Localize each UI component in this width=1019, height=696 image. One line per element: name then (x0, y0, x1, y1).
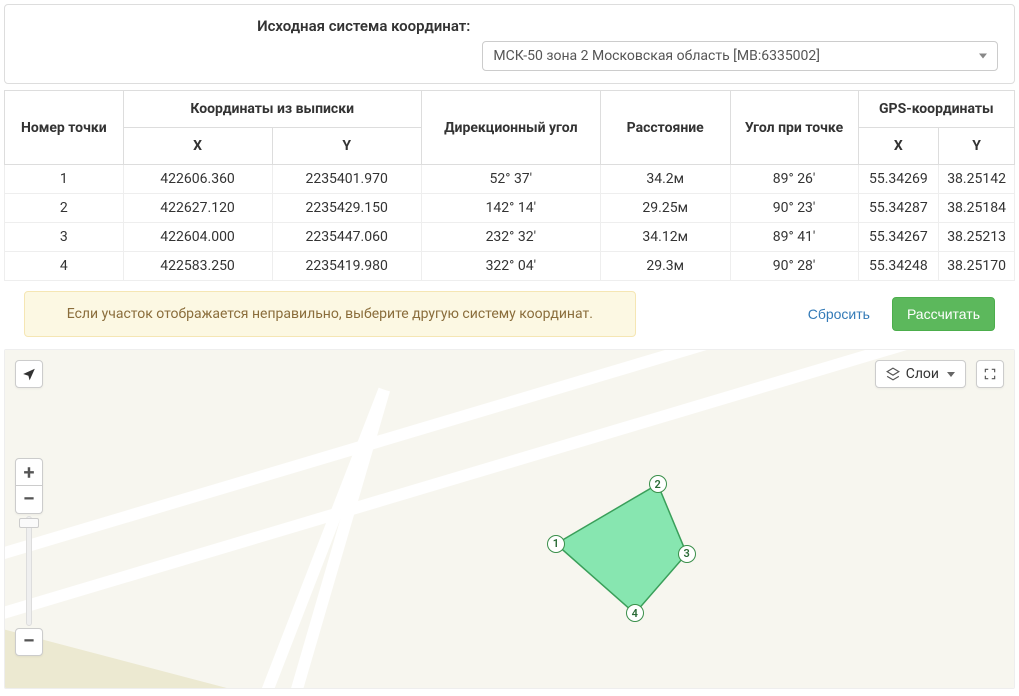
zoom-slider-handle[interactable] (19, 518, 39, 528)
cell-y: 2235429.150 (272, 194, 421, 223)
coord-system-panel: Исходная система координат: МСК-50 зона … (4, 4, 1015, 84)
cell-n: 3 (5, 223, 124, 252)
point-marker[interactable]: 3 (678, 545, 696, 563)
col-distance: Расстояние (600, 91, 730, 165)
cell-gy: 38.25213 (939, 223, 1015, 252)
cell-ang: 89° 41' (730, 223, 858, 252)
cell-x: 422583.250 (123, 252, 272, 281)
col-angle-at-point: Угол при точке (730, 91, 858, 165)
cell-dir: 322° 04' (421, 252, 600, 281)
cell-gy: 38.25184 (939, 194, 1015, 223)
point-marker[interactable]: 4 (626, 604, 644, 622)
cell-gy: 38.25142 (939, 165, 1015, 194)
col-gps: GPS-координаты (858, 91, 1014, 128)
layers-icon (886, 367, 900, 381)
table-row: 1422606.3602235401.97052° 37'34.2м89° 26… (5, 165, 1015, 194)
table-row: 3422604.0002235447.060232° 32'34.12м89° … (5, 223, 1015, 252)
cell-x: 422606.360 (123, 165, 272, 194)
col-gps-y: Y (939, 128, 1015, 165)
cell-y: 2235401.970 (272, 165, 421, 194)
coord-system-label: Исходная система координат: (21, 17, 470, 35)
cell-y: 2235419.980 (272, 252, 421, 281)
cell-n: 1 (5, 165, 124, 194)
cell-gx: 55.34269 (858, 165, 939, 194)
zoom-in-button[interactable]: + (15, 458, 43, 486)
cell-dist: 34.12м (600, 223, 730, 252)
cell-n: 4 (5, 252, 124, 281)
cell-gx: 55.34248 (858, 252, 939, 281)
cell-ang: 90° 23' (730, 194, 858, 223)
chevron-down-icon (947, 372, 955, 377)
cell-ang: 89° 26' (730, 165, 858, 194)
col-x: X (123, 128, 272, 165)
cell-x: 422604.000 (123, 223, 272, 252)
wrong-crs-alert: Если участок отображается неправильно, в… (24, 291, 636, 337)
layers-label: Слои (906, 366, 939, 382)
calculate-button[interactable]: Рассчитать (892, 297, 995, 331)
point-marker[interactable]: 1 (547, 535, 565, 553)
map-area[interactable]: + − − Слои 1 2 3 4 (4, 349, 1015, 689)
col-gps-x: X (858, 128, 939, 165)
col-coords-extract: Координаты из выписки (123, 91, 421, 128)
cell-dist: 29.3м (600, 252, 730, 281)
coord-system-select-value[interactable]: МСК-50 зона 2 Московская область [МВ:633… (482, 41, 998, 71)
cell-y: 2235447.060 (272, 223, 421, 252)
fullscreen-icon (983, 367, 997, 381)
cell-dir: 142° 14' (421, 194, 600, 223)
table-row: 2422627.1202235429.150142° 14'29.25м90° … (5, 194, 1015, 223)
cell-n: 2 (5, 194, 124, 223)
cell-gx: 55.34287 (858, 194, 939, 223)
point-marker[interactable]: 2 (649, 475, 667, 493)
cell-dir: 52° 37' (421, 165, 600, 194)
table-row: 4422583.2502235419.980322° 04'29.3м90° 2… (5, 252, 1015, 281)
zoom-out-button-2[interactable]: − (15, 628, 43, 656)
cell-gx: 55.34267 (858, 223, 939, 252)
coordinates-table: Номер точки Координаты из выписки Дирекц… (4, 90, 1015, 281)
cell-dist: 34.2м (600, 165, 730, 194)
col-y: Y (272, 128, 421, 165)
fullscreen-button[interactable] (976, 360, 1004, 388)
geolocate-icon[interactable] (15, 360, 43, 388)
cell-gy: 38.25170 (939, 252, 1015, 281)
col-point-no: Номер точки (5, 91, 124, 165)
cell-dist: 29.25м (600, 194, 730, 223)
cell-dir: 232° 32' (421, 223, 600, 252)
cell-ang: 90° 28' (730, 252, 858, 281)
zoom-slider[interactable] (26, 516, 32, 626)
cell-x: 422627.120 (123, 194, 272, 223)
reset-button[interactable]: Сбросить (800, 300, 878, 328)
layers-button[interactable]: Слои (875, 360, 966, 388)
coord-system-select[interactable]: МСК-50 зона 2 Московская область [МВ:633… (482, 41, 998, 71)
actions-row: Если участок отображается неправильно, в… (4, 281, 1015, 349)
col-direction-angle: Дирекционный угол (421, 91, 600, 165)
zoom-out-button[interactable]: − (15, 486, 43, 514)
